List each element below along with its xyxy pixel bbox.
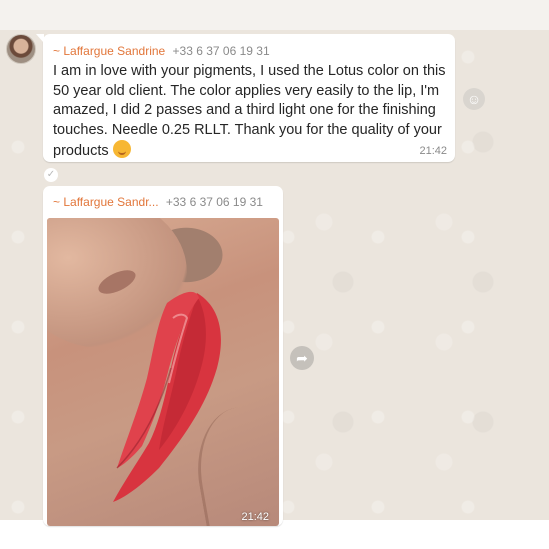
sender-avatar[interactable] [6,34,36,64]
lips-photo[interactable]: 21:42 [47,218,279,526]
message-text: I am in love with your pigments, I used … [53,62,448,162]
top-bar [0,0,549,30]
lips-illustration [113,291,221,502]
image-time: 21:42 [241,511,269,523]
sender-name[interactable]: ~ Laffargue Sandr... [53,195,159,209]
sender-name[interactable]: ~ Laffargue Sandrine [53,44,165,58]
message-body: I am in love with your pigments, I used … [53,63,446,159]
message-time: 21:42 [419,145,447,157]
message-sender: ~ Laffargue Sandr... +33 6 37 06 19 31 [53,195,263,209]
check-icon: ✓ [44,168,58,182]
sender-phone[interactable]: +33 6 37 06 19 31 [173,44,270,58]
smiley-icon[interactable]: ☺ [463,88,485,110]
message-bubble-text[interactable]: ~ Laffargue Sandrine +33 6 37 06 19 31 I… [36,34,455,162]
kissing-face-emoji-icon [112,140,131,158]
message-bubble-image[interactable]: ~ Laffargue Sandr... +33 6 37 06 19 31 2… [43,186,283,526]
message-sender: ~ Laffargue Sandrine +33 6 37 06 19 31 [53,44,270,58]
forward-icon[interactable]: ➦ [290,346,314,370]
sender-phone[interactable]: +33 6 37 06 19 31 [166,195,263,209]
